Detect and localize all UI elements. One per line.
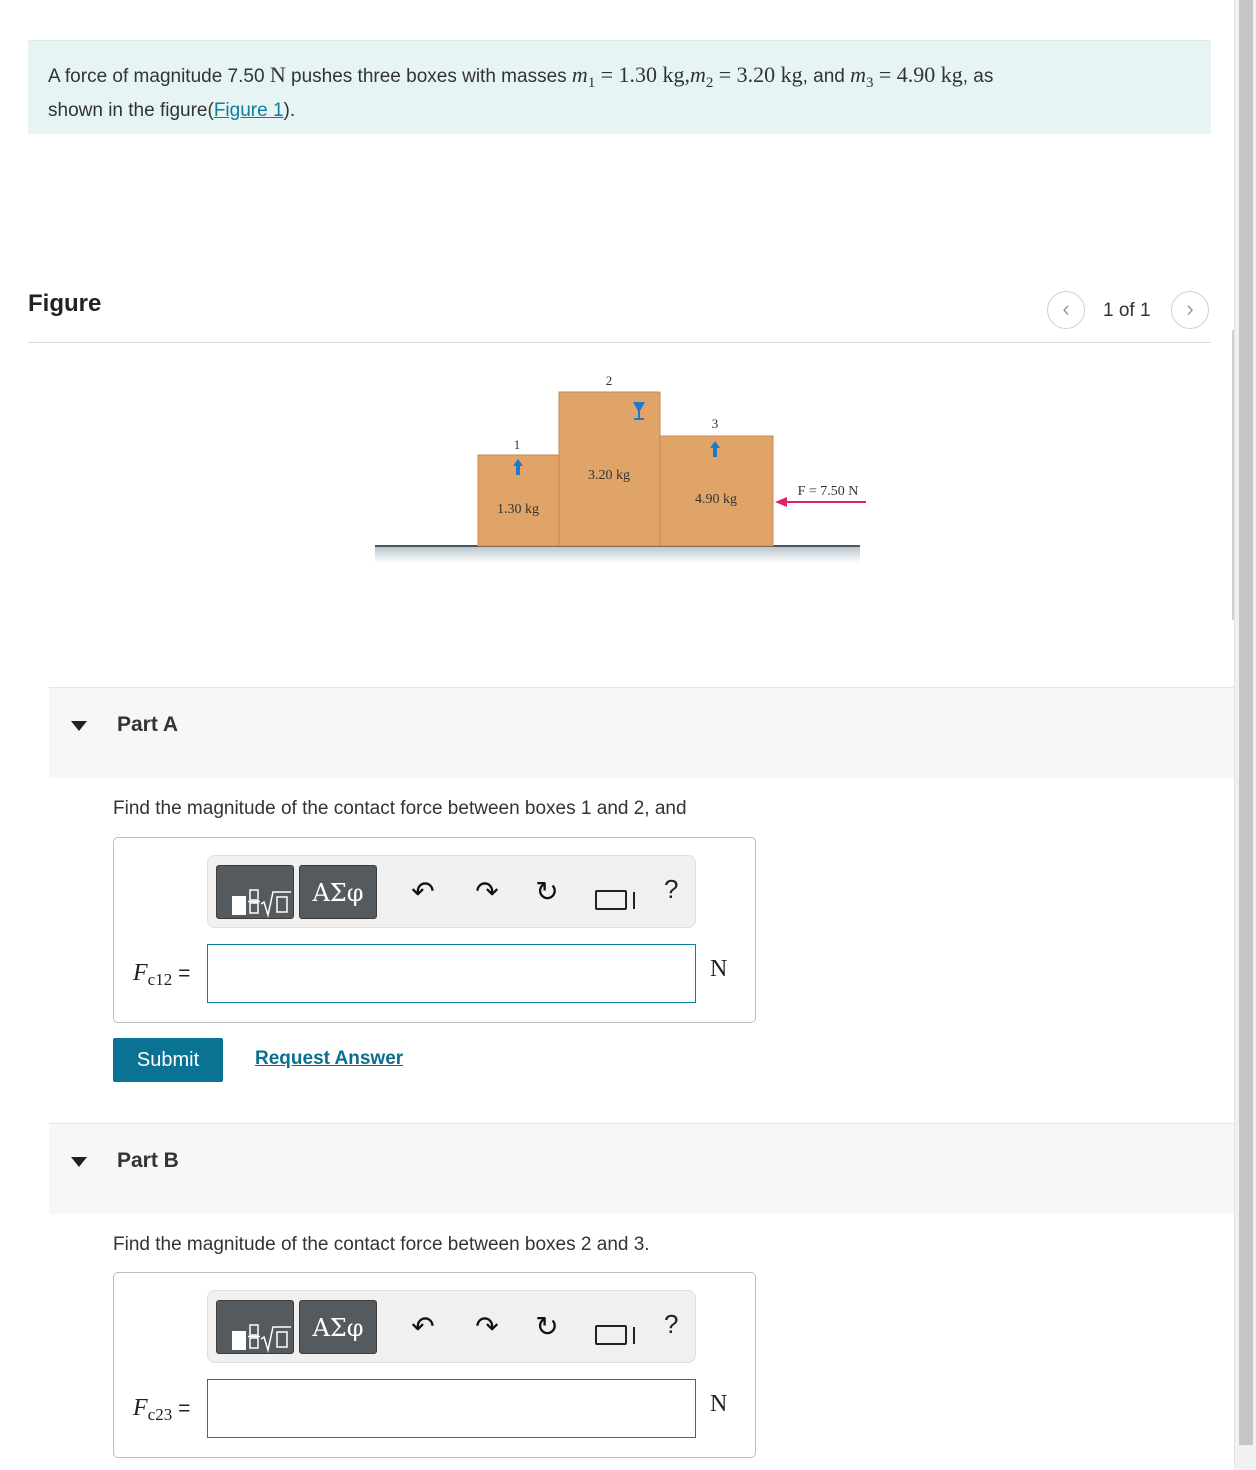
m3-value: = 4.90 kg — [878, 62, 963, 87]
box-2-number: 2 — [606, 373, 613, 388]
templates-button[interactable] — [216, 865, 294, 919]
reset-icon[interactable]: ↻ — [530, 1307, 564, 1347]
cursor-bar — [633, 892, 635, 909]
help-button[interactable]: ? — [664, 874, 678, 905]
intro-text: A force of magnitude 7.50 — [48, 66, 265, 87]
part-a-question: Find the magnitude of the contact force … — [113, 798, 687, 819]
part-b-label: Part B — [117, 1149, 179, 1172]
scroll-thumb[interactable] — [1239, 0, 1253, 1445]
redo-icon[interactable]: ↷ — [470, 1307, 504, 1347]
force-unit: N — [269, 62, 286, 87]
part-b-answer-box: ΑΣφ ↶ ↷ ↻ ? Fc23 = N — [113, 1272, 756, 1458]
equals-sign: = — [178, 962, 191, 985]
var-subscript: c23 — [147, 1405, 173, 1425]
box-2-mass: 3.20 kg — [588, 468, 630, 483]
keyboard-icon[interactable] — [595, 1325, 627, 1345]
problem-statement: A force of magnitude 7.50 N pushes three… — [28, 40, 1211, 134]
unit-label: N — [710, 1391, 728, 1417]
cursor-bar — [633, 1327, 635, 1344]
figure-title: Figure — [28, 290, 102, 317]
scroll-marker — [1232, 330, 1234, 620]
templates-button[interactable] — [216, 1300, 294, 1354]
m1-symbol: m — [571, 62, 588, 87]
intro-text: , as — [962, 66, 994, 87]
m2-value: = 3.20 kg — [718, 62, 803, 87]
submit-button[interactable]: Submit — [113, 1038, 223, 1082]
fc12-label: Fc12 = — [133, 960, 190, 990]
intro-text: , and — [802, 66, 845, 87]
next-figure-button[interactable]: › — [1171, 291, 1209, 329]
force-label: F = 7.50 N — [798, 484, 859, 499]
part-a-answer-box: ΑΣφ ↶ ↷ ↻ ? Fc12 = N — [113, 837, 756, 1023]
part-a-header[interactable]: Part A — [49, 687, 1234, 778]
floor-shadow — [375, 547, 860, 563]
three-boxes-figure: 1 2 3 1.30 kg 3.20 kg 4.90 kg F = 7.50 N — [375, 373, 866, 563]
fc12-input[interactable] — [207, 944, 696, 1003]
intro-text: shown in the figure( — [48, 99, 214, 121]
request-answer-link[interactable]: Request Answer — [255, 1048, 403, 1070]
equals-sign: = — [178, 1397, 191, 1420]
box-3-mass: 4.90 kg — [695, 492, 737, 507]
math-toolbar: ΑΣφ ↶ ↷ ↻ ? — [207, 1290, 696, 1363]
m1-subscript: 1 — [587, 74, 596, 91]
templates-icon — [232, 889, 291, 918]
keyboard-icon[interactable] — [595, 890, 627, 910]
redo-icon[interactable]: ↷ — [470, 872, 504, 912]
part-a-label: Part A — [117, 713, 179, 736]
chevron-right-icon: › — [1186, 296, 1194, 321]
var-subscript: c12 — [147, 970, 173, 990]
box-1-mass: 1.30 kg — [497, 502, 539, 517]
help-button[interactable]: ? — [664, 1309, 678, 1340]
fc23-input[interactable] — [207, 1379, 696, 1438]
force-arrow-head — [775, 497, 787, 507]
reset-icon[interactable]: ↻ — [530, 872, 564, 912]
part-b-header[interactable]: Part B — [49, 1123, 1234, 1214]
templates-icon — [232, 1324, 291, 1353]
figure-pager-text: 1 of 1 — [1103, 300, 1151, 321]
greek-symbols-button[interactable]: ΑΣφ — [299, 1300, 377, 1354]
m3-subscript: 3 — [866, 74, 874, 91]
fc23-label: Fc23 = — [133, 1395, 190, 1425]
unit-label: N — [710, 956, 728, 982]
math-toolbar: ΑΣφ ↶ ↷ ↻ ? — [207, 855, 696, 928]
chevron-left-icon: ‹ — [1062, 296, 1070, 321]
m3-symbol: m — [850, 62, 867, 87]
page-scrollbar[interactable] — [1232, 0, 1256, 1470]
var-symbol: F — [133, 960, 148, 986]
undo-icon[interactable]: ↶ — [406, 1307, 440, 1347]
m2-symbol: m — [690, 62, 706, 87]
prev-figure-button[interactable]: ‹ — [1047, 291, 1085, 329]
figure-link[interactable]: Figure 1 — [214, 100, 284, 121]
m2-subscript: 2 — [705, 74, 714, 91]
part-b-question: Find the magnitude of the contact force … — [113, 1234, 650, 1255]
box-3-number: 3 — [712, 416, 719, 431]
box-1-number: 1 — [514, 437, 521, 452]
intro-text: pushes three boxes with masses — [291, 66, 567, 87]
collapse-triangle-icon[interactable] — [71, 1157, 87, 1167]
m1-value: = 1.30 kg, — [600, 62, 691, 87]
greek-symbols-button[interactable]: ΑΣφ — [299, 865, 377, 919]
figure-divider — [28, 342, 1211, 343]
intro-text: ). — [283, 99, 296, 121]
undo-icon[interactable]: ↶ — [406, 872, 440, 912]
collapse-triangle-icon[interactable] — [71, 721, 87, 731]
var-symbol: F — [133, 1395, 148, 1421]
